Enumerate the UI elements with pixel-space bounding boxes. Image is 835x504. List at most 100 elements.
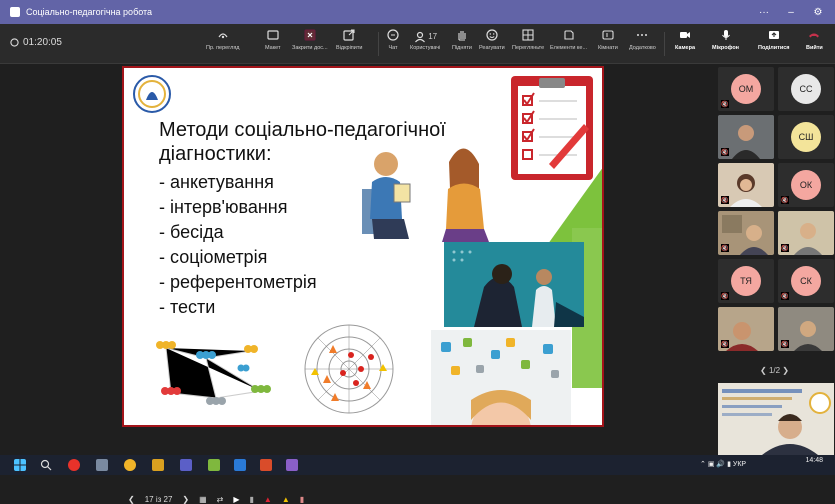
mic-muted-icon: 🔇 [721, 292, 729, 300]
participant-tile[interactable]: ОМ 🔇 [718, 67, 774, 111]
chevron-up-icon[interactable]: ⌃ [700, 461, 706, 468]
react-button[interactable]: Реагувати [479, 28, 505, 51]
settings-button[interactable]: ⚙ [806, 0, 830, 24]
participants-button[interactable]: 17 Користувачі [410, 28, 440, 51]
folder-icon[interactable] [152, 459, 164, 471]
avatar: СШ [791, 122, 821, 152]
red-pen-icon[interactable]: ▲ [264, 495, 272, 504]
minimize-button[interactable]: – [779, 0, 803, 24]
people-icon [415, 31, 426, 42]
next-slide-icon[interactable]: ❯ [182, 495, 189, 504]
slide-bullet: - соціометрія [159, 247, 268, 267]
raise-hand-icon [458, 31, 466, 41]
slide-bullet: - анкетування [159, 172, 274, 192]
share-icon [768, 31, 779, 39]
react-icon [486, 29, 498, 41]
participant-tile[interactable]: СК 🔇 [778, 259, 834, 303]
options-icon[interactable]: ⇄ [217, 495, 224, 504]
eraser-tool-icon[interactable]: ▮ [250, 495, 254, 504]
chat-button[interactable]: Чат [386, 28, 400, 51]
mic-muted-icon: 🔇 [781, 292, 789, 300]
participant-tile[interactable]: СС [778, 67, 834, 111]
sociogram-target-image [304, 324, 394, 414]
shield-icon [10, 38, 19, 47]
chat-icon [387, 29, 399, 41]
powerpoint-icon[interactable] [260, 459, 272, 471]
layout-icon [267, 30, 279, 40]
view-button[interactable]: Перегляньте [512, 28, 544, 51]
participant-video-tile[interactable]: 🔇 [718, 115, 774, 159]
focus-icon [218, 33, 228, 39]
app-icon[interactable] [208, 459, 220, 471]
raise-hand-button[interactable]: Підняти [452, 28, 472, 51]
camera-button[interactable]: Камера [675, 28, 695, 51]
window-title: Соціально-педагогічна робота [26, 7, 153, 17]
previous-slide-icon[interactable]: ❮ [128, 495, 135, 504]
rooms-icon [602, 30, 614, 40]
participant-tile[interactable]: ТЯ 🔇 [718, 259, 774, 303]
pop-out-button[interactable]: Відкріпити [336, 28, 362, 51]
network-icon[interactable]: ▣ [708, 461, 715, 468]
battery-icon[interactable]: ▮ [727, 461, 731, 468]
participant-tile[interactable]: ОК 🔇 [778, 163, 834, 207]
share-button[interactable]: Поділитися [758, 28, 789, 51]
mic-muted-icon: 🔇 [781, 340, 789, 348]
presenter-video [718, 383, 834, 455]
clock-time: 14:48 [805, 457, 823, 464]
slide-bullet: - інтерв'ювання [159, 197, 288, 217]
search-icon[interactable] [40, 459, 52, 471]
app-icon[interactable] [286, 459, 298, 471]
participant-video-tile[interactable]: 🔇 [778, 211, 834, 255]
participant-video-tile[interactable]: 🔇 [718, 307, 774, 351]
taskbar-clock[interactable]: 14:48 [805, 457, 823, 465]
slide-bullet: - бесіда [159, 222, 224, 242]
red-highlighter-icon[interactable]: ▮ [300, 495, 304, 504]
toolbar-divider [664, 32, 665, 56]
apps-icon [563, 30, 574, 40]
sociometry-network-image [156, 341, 271, 405]
more-options-button[interactable]: ··· [752, 0, 776, 24]
gallery-prev-icon[interactable]: ❮ [760, 366, 767, 375]
opera-icon[interactable] [68, 459, 80, 471]
microphone-button[interactable]: Мікрофон [712, 28, 739, 51]
toolbar-divider [378, 32, 379, 56]
avatar: ТЯ [731, 266, 761, 296]
language-indicator[interactable]: УКР [733, 461, 746, 468]
focus-button[interactable]: Пр. перегляд [206, 28, 240, 51]
mic-icon [721, 30, 730, 40]
participant-tile[interactable]: СШ [778, 115, 834, 159]
slide-bullet: - тести [159, 297, 216, 317]
rooms-button[interactable]: Кімнати [598, 28, 618, 51]
participant-video-tile[interactable]: 🔇 [718, 163, 774, 207]
file-explorer-icon[interactable] [96, 459, 108, 471]
more-button[interactable]: Додатково [629, 28, 656, 51]
gallery-next-icon[interactable]: ❯ [782, 366, 789, 375]
grid-view-icon[interactable]: ▦ [199, 495, 207, 504]
avatar: СК [791, 266, 821, 296]
mic-muted-icon: 🔇 [721, 148, 729, 156]
gallery-pagination: ❮ 1/2 ❯ [760, 366, 789, 375]
participant-video-tile[interactable]: 🔇 [778, 307, 834, 351]
mic-muted-icon: 🔇 [721, 196, 729, 204]
pointer-tool-icon[interactable]: ▶ [233, 495, 239, 504]
timer-text: 01:20:05 [23, 37, 62, 48]
checklist-clipboard-image [511, 76, 593, 180]
participant-video-tile[interactable]: 🔇 [718, 211, 774, 255]
apps-button[interactable]: Елементи ке... [550, 28, 587, 51]
stop-share-icon [304, 29, 316, 41]
layout-button[interactable]: Макет [265, 28, 281, 51]
system-tray: ⌃ ▣ 🔊 ▮ УКР [700, 460, 746, 468]
presenter-video-tile[interactable] [718, 383, 834, 455]
stop-sharing-button[interactable]: Закрити дос... [292, 28, 328, 51]
shared-content-stage: Методи соціально-педагогічної діагностик… [0, 65, 712, 504]
volume-icon[interactable]: 🔊 [716, 461, 725, 468]
puzzle-thinking-photo [431, 330, 571, 425]
slide-bullet-list: - анкетування - інтерв'ювання - бесіда -… [159, 170, 317, 320]
shared-slide: Методи соціально-педагогічної діагностик… [122, 66, 604, 427]
windows-start-icon[interactable] [14, 459, 26, 471]
yellow-highlighter-icon[interactable]: ▲ [282, 495, 290, 504]
teams-taskbar-icon[interactable] [180, 459, 192, 471]
leave-button[interactable]: Вийти [806, 28, 823, 51]
chrome-icon[interactable] [124, 459, 136, 471]
word-icon[interactable] [234, 459, 246, 471]
